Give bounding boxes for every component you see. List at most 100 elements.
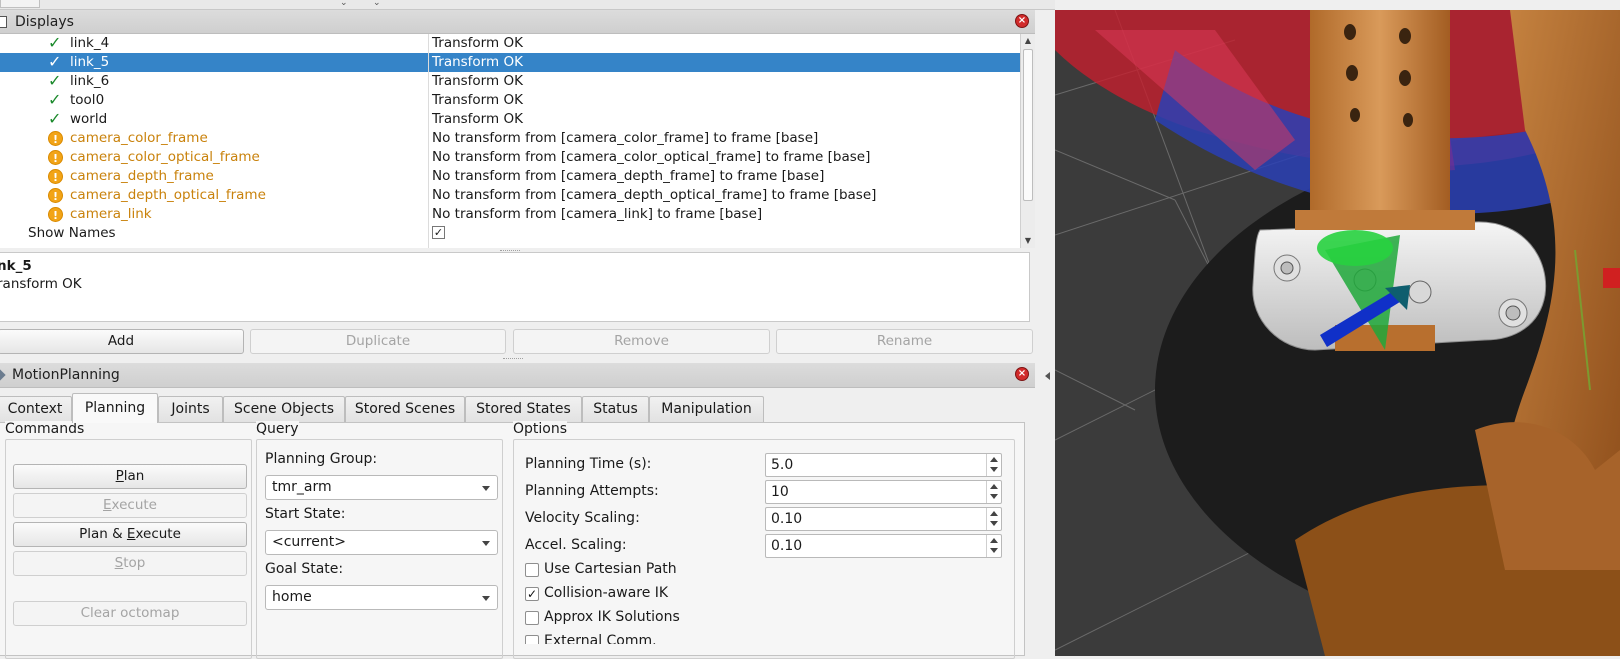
chevron-up-icon[interactable] <box>990 484 998 489</box>
rviz-3d-viewport[interactable] <box>1055 10 1620 656</box>
plan-button[interactable]: Plan <box>13 464 247 489</box>
close-icon[interactable]: × <box>1015 14 1029 28</box>
use-cartesian-checkbox[interactable] <box>525 563 539 577</box>
options-group-title: Options <box>513 421 568 437</box>
external-comm-checkbox[interactable] <box>525 635 539 644</box>
tree-row[interactable]: ✓ world Transform OK <box>0 110 1020 129</box>
displays-panel-header: Displays × <box>0 10 1035 34</box>
displays-scrollbar[interactable]: ▲ ▼ <box>1020 34 1035 248</box>
tree-row[interactable]: ✓ link_4 Transform OK <box>0 34 1020 53</box>
tree-row-status: Transform OK <box>432 54 523 70</box>
red-marker <box>1603 268 1620 288</box>
scroll-down-icon[interactable]: ▼ <box>1021 234 1035 248</box>
close-icon[interactable]: × <box>1015 367 1029 381</box>
spinbox-arrows[interactable] <box>986 508 1001 530</box>
chevron-down-icon[interactable] <box>990 467 998 472</box>
tab-manipulation[interactable]: Manipulation <box>649 396 764 422</box>
execute-button[interactable]: Execute <box>13 493 247 518</box>
use-cartesian-label: Use Cartesian Path <box>544 561 677 577</box>
status-warn-marker: ! <box>48 130 64 146</box>
chevron-down-icon[interactable]: ⌄ <box>373 0 381 8</box>
planning-attempts-spinbox[interactable]: 10 <box>765 480 1002 504</box>
splitter-grip[interactable] <box>503 358 523 360</box>
spinbox-arrows[interactable] <box>986 481 1001 503</box>
warning-icon: ! <box>48 207 63 222</box>
goal-state-select[interactable]: home <box>265 585 498 610</box>
tree-row-status: No transform from [camera_depth_optical_… <box>432 187 877 203</box>
status-ok-marker: ✓ <box>48 92 64 108</box>
accel-scaling-spinbox[interactable]: 0.10 <box>765 534 1002 558</box>
tab-planning[interactable]: Planning <box>72 393 158 423</box>
clear-octomap-button[interactable]: Clear octomap <box>13 601 247 626</box>
tree-row-status: Transform OK <box>432 73 523 89</box>
scroll-up-icon[interactable]: ▲ <box>1021 34 1035 48</box>
tree-row[interactable]: ! camera_link No transform from [camera_li… <box>0 205 1020 224</box>
approx-ik-checkbox[interactable] <box>525 611 539 625</box>
add-button[interactable]: Add <box>0 329 244 354</box>
tree-row-status: No transform from [camera_link] to frame… <box>432 206 763 222</box>
start-state-label: Start State: <box>265 506 346 522</box>
velocity-scaling-value: 0.10 <box>771 511 803 527</box>
planning-group-select[interactable]: tmr_arm <box>265 475 498 500</box>
tree-row[interactable]: ! camera_color_frame No transform from [ca… <box>0 129 1020 148</box>
status-warn-marker: ! <box>48 187 64 203</box>
start-state-select[interactable]: <current> <box>265 530 498 555</box>
tree-row-name: link_5 <box>70 54 110 70</box>
collapse-arrow-icon[interactable] <box>1045 372 1050 380</box>
chevron-down-icon[interactable] <box>990 494 998 499</box>
planning-time-spinbox[interactable]: 5.0 <box>765 453 1002 477</box>
warning-icon: ! <box>48 150 63 165</box>
plan-execute-button[interactable]: Plan & Execute <box>13 522 247 547</box>
description-title: nk_5 <box>0 258 32 274</box>
chevron-up-icon[interactable] <box>990 511 998 516</box>
check-icon: ✓ <box>48 52 62 71</box>
tree-row[interactable]: ✓ tool0 Transform OK <box>0 91 1020 110</box>
planning-group-value: tmr_arm <box>272 479 332 495</box>
tree-row-name: camera_depth_frame <box>70 168 214 184</box>
tree-row-name: camera_color_optical_frame <box>70 149 260 165</box>
chevron-up-icon[interactable] <box>990 457 998 462</box>
chevron-down-icon[interactable]: ⌄ <box>340 0 348 8</box>
show-names-checkbox[interactable]: ✓ <box>432 226 445 239</box>
tree-column-divider <box>428 34 429 248</box>
spinbox-arrows[interactable] <box>986 535 1001 557</box>
tree-row[interactable]: ✓ link_5 Transform OK <box>0 53 1020 72</box>
remove-button[interactable]: Remove <box>513 329 770 354</box>
show-names-label: Show Names <box>28 225 116 241</box>
chevron-up-icon[interactable] <box>990 538 998 543</box>
tab-stored-states[interactable]: Stored States <box>465 396 582 422</box>
chevron-down-icon[interactable] <box>990 548 998 553</box>
description-box: nk_5 ransform OK <box>0 252 1030 322</box>
spinbox-arrows[interactable] <box>986 454 1001 476</box>
tree-row[interactable]: ✓ link_6 Transform OK <box>0 72 1020 91</box>
collision-aware-ik-checkbox[interactable]: ✓ <box>525 587 539 601</box>
axis-green-disk <box>1317 230 1393 266</box>
duplicate-button[interactable]: Duplicate <box>250 329 506 354</box>
chevron-down-icon <box>482 541 490 546</box>
camera-sensor <box>1408 280 1432 304</box>
stop-button[interactable]: Stop <box>13 551 247 576</box>
external-comm-clip: External Comm. <box>520 629 820 644</box>
tab-joints[interactable]: Joints <box>158 396 223 422</box>
tab-scene-objects[interactable]: Scene Objects <box>223 396 345 422</box>
status-ok-marker: ✓ <box>48 54 64 70</box>
velocity-scaling-spinbox[interactable]: 0.10 <box>765 507 1002 531</box>
warning-icon: ! <box>48 188 63 203</box>
tree-row[interactable]: ! camera_depth_frame No transform from [ca… <box>0 167 1020 186</box>
goal-state-label: Goal State: <box>265 561 344 577</box>
tree-row[interactable]: ! camera_depth_optical_frame No transform … <box>0 186 1020 205</box>
scroll-thumb[interactable] <box>1023 49 1033 201</box>
tree-row[interactable]: ! camera_color_optical_frame No transform … <box>0 148 1020 167</box>
motion-planning-icon <box>0 369 6 381</box>
tree-row-name: camera_link <box>70 206 152 222</box>
status-warn-marker: ! <box>48 168 64 184</box>
tab-context[interactable]: Context <box>0 396 72 422</box>
chevron-down-icon[interactable] <box>990 521 998 526</box>
rename-button[interactable]: Rename <box>776 329 1033 354</box>
tab-status[interactable]: Status <box>582 396 649 422</box>
chevron-down-icon <box>482 596 490 601</box>
tab-stored-scenes[interactable]: Stored Scenes <box>345 396 465 422</box>
tree-row-show-names[interactable]: Show Names ✓ <box>0 224 1020 243</box>
tree-row-name: camera_depth_optical_frame <box>70 187 266 203</box>
status-warn-marker: ! <box>48 206 64 222</box>
